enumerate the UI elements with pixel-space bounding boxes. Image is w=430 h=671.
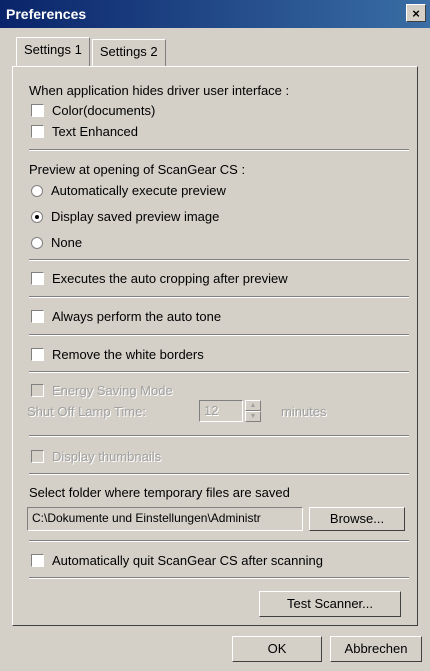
checkbox-label: Executes the auto cropping after preview: [52, 271, 288, 286]
checkbox-label: Text Enhanced: [52, 124, 139, 139]
checkbox-label: Always perform the auto tone: [52, 309, 222, 324]
checkbox-label: Energy Saving Mode: [52, 383, 173, 398]
temp-folder-path-field[interactable]: C:\Dokumente und Einstellungen\Administr: [27, 507, 303, 531]
auto-cropping-checkbox[interactable]: Executes the auto cropping after preview: [31, 271, 288, 286]
ok-button[interactable]: OK: [232, 636, 322, 662]
minutes-label: minutes: [281, 404, 327, 419]
none-radio[interactable]: None: [31, 235, 82, 250]
tab-settings-1[interactable]: Settings 1: [16, 37, 90, 66]
preview-label: Preview at opening of ScanGear CS :: [29, 162, 246, 177]
divider: [29, 371, 409, 373]
cancel-button[interactable]: Abbrechen: [330, 636, 422, 662]
color-documents-checkbox[interactable]: Color(documents): [31, 103, 155, 118]
checkbox-label: Remove the white borders: [52, 347, 204, 362]
auto-tone-checkbox[interactable]: Always perform the auto tone: [31, 309, 221, 324]
saved-preview-radio[interactable]: Display saved preview image: [31, 209, 219, 224]
checkbox-label: Color(documents): [52, 103, 156, 118]
checkbox-box[interactable]: [31, 384, 44, 397]
divider: [29, 577, 409, 579]
radio-circle[interactable]: [31, 210, 43, 223]
checkbox-box[interactable]: [31, 554, 44, 567]
ui-hide-label: When application hides driver user inter…: [29, 83, 290, 98]
auto-quit-checkbox[interactable]: Automatically quit ScanGear CS after sca…: [31, 553, 323, 568]
temp-folder-label: Select folder where temporary files are …: [29, 485, 290, 500]
checkbox-box[interactable]: [31, 104, 44, 117]
divider: [29, 473, 409, 475]
checkbox-box[interactable]: [31, 125, 44, 138]
thumbnails-checkbox[interactable]: Display thumbnails: [31, 449, 161, 464]
spin-up-icon[interactable]: ▲: [245, 400, 261, 411]
tab-bar: Settings 1 Settings 2: [16, 37, 168, 66]
radio-label: Automatically execute preview: [51, 183, 226, 198]
text-enhanced-checkbox[interactable]: Text Enhanced: [31, 124, 138, 139]
divider: [29, 435, 409, 437]
lamp-time-label: Shut Off Lamp Time:: [27, 404, 146, 419]
close-icon: ×: [412, 6, 420, 21]
divider: [29, 540, 409, 542]
lamp-time-spinner[interactable]: ▲ ▼: [245, 400, 261, 422]
checkbox-box[interactable]: [31, 348, 44, 361]
checkbox-label: Display thumbnails: [52, 449, 162, 464]
settings-panel: When application hides driver user inter…: [12, 66, 418, 626]
white-borders-checkbox[interactable]: Remove the white borders: [31, 347, 204, 362]
close-button[interactable]: ×: [406, 4, 426, 22]
energy-saving-checkbox[interactable]: Energy Saving Mode: [31, 383, 173, 398]
window-title: Preferences: [6, 6, 87, 22]
checkbox-box[interactable]: [31, 310, 44, 323]
radio-circle[interactable]: [31, 236, 43, 249]
checkbox-box[interactable]: [31, 450, 44, 463]
divider: [29, 259, 409, 261]
divider: [29, 149, 409, 151]
radio-label: Display saved preview image: [51, 209, 220, 224]
tab-settings-2[interactable]: Settings 2: [91, 39, 166, 66]
title-bar: Preferences ×: [0, 0, 430, 28]
lamp-time-input[interactable]: 12: [199, 400, 243, 422]
radio-label: None: [51, 235, 83, 250]
radio-circle[interactable]: [31, 184, 43, 197]
divider: [29, 296, 409, 298]
checkbox-label: Automatically quit ScanGear CS after sca…: [52, 553, 323, 568]
test-scanner-button[interactable]: Test Scanner...: [259, 591, 401, 617]
checkbox-box[interactable]: [31, 272, 44, 285]
auto-preview-radio[interactable]: Automatically execute preview: [31, 183, 226, 198]
spin-down-icon[interactable]: ▼: [245, 411, 261, 422]
divider: [29, 334, 409, 336]
browse-button[interactable]: Browse...: [309, 507, 405, 531]
